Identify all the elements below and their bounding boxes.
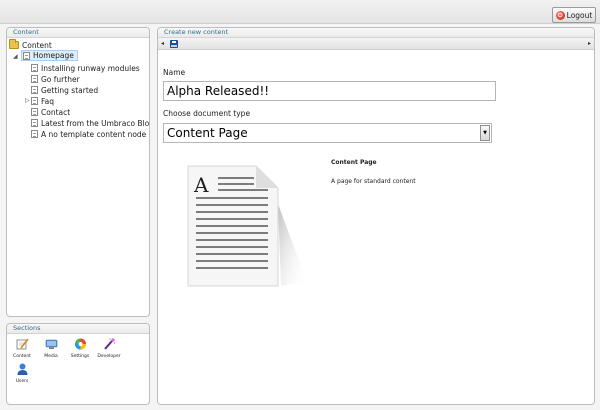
doctype-description: A page for standard content: [331, 178, 416, 185]
monitor-icon: [45, 339, 57, 349]
editor-toolbar: ◂ ▸: [158, 38, 594, 50]
tree-item-label: Getting started: [41, 85, 99, 95]
section-developer[interactable]: Developer: [97, 338, 121, 359]
document-icon: [31, 108, 38, 116]
pencil-document-icon: [16, 338, 29, 350]
tree-item-label: Installing runway modules: [41, 63, 140, 73]
tree-item-label: Faq: [41, 96, 54, 106]
save-icon[interactable]: [170, 40, 178, 48]
tree-item-homepage[interactable]: Homepage: [21, 50, 78, 61]
document-icon: [23, 51, 30, 60]
magic-wand-icon: [103, 338, 115, 350]
section-label: Media: [44, 354, 58, 359]
section-label: Developer: [97, 354, 121, 359]
tree-item-getting-started[interactable]: Getting started: [31, 85, 98, 95]
document-icon: [31, 97, 38, 105]
section-label: Users: [15, 379, 29, 384]
preview-letter: A: [193, 173, 209, 197]
doctype-select[interactable]: Content Page ▼: [163, 123, 492, 143]
tree-item-no-template-node[interactable]: A no template content node: [31, 129, 146, 139]
tree-item-label: Homepage: [33, 51, 74, 60]
collapse-arrow-icon[interactable]: ◢: [13, 53, 18, 60]
section-label: Settings: [70, 354, 90, 359]
doctype-selected-value: Content Page: [167, 126, 248, 140]
document-icon: [31, 64, 38, 72]
tree-item-label: Latest from the Umbraco Blog: [41, 118, 150, 128]
sections-panel: Sections Content Media Settings Develope…: [6, 323, 150, 405]
content-panel-title: Content: [7, 28, 149, 38]
tree-item-latest-blog[interactable]: Latest from the Umbraco Blog: [31, 118, 150, 128]
color-wheel-icon: [74, 338, 86, 350]
document-preview-icon: A: [187, 165, 307, 287]
expand-arrow-icon[interactable]: ▷: [25, 97, 30, 104]
logout-label: Logout: [566, 10, 593, 20]
dropdown-arrow-icon[interactable]: ▼: [480, 125, 490, 141]
tree-item-faq[interactable]: Faq: [31, 96, 54, 106]
toolbar-left-arrow-icon[interactable]: ◂: [161, 40, 164, 47]
top-bar: ⏻ Logout: [0, 0, 600, 24]
tree-item-label: Contact: [41, 107, 71, 117]
document-icon: [31, 86, 38, 94]
sections-panel-title: Sections: [7, 324, 149, 334]
doctype-title: Content Page: [331, 159, 377, 166]
name-label: Name: [163, 68, 186, 77]
tree-item-label: Go further: [41, 74, 80, 84]
document-icon: [31, 130, 38, 138]
tree-item-label: A no template content node: [41, 129, 147, 139]
logout-button[interactable]: ⏻ Logout: [552, 7, 596, 23]
tree-item-contact[interactable]: Contact: [31, 107, 70, 117]
tree-root-label: Content: [22, 40, 52, 50]
content-tree-panel: Content Content ◢ Homepage Installing ru…: [6, 27, 150, 317]
section-media[interactable]: Media: [39, 338, 63, 359]
section-settings[interactable]: Settings: [68, 338, 92, 359]
logout-icon: ⏻: [555, 10, 565, 20]
section-label: Content: [13, 354, 31, 359]
tree-root-content[interactable]: Content: [9, 39, 52, 50]
tree-item-installing-runway-modules[interactable]: Installing runway modules: [31, 63, 140, 73]
editor-panel-title: Create new content: [158, 28, 594, 38]
toolbar-right-arrow-icon[interactable]: ▸: [588, 40, 591, 47]
document-icon: [31, 75, 38, 83]
tree-item-go-further[interactable]: Go further: [31, 74, 80, 84]
section-users[interactable]: Users: [10, 363, 34, 384]
name-input[interactable]: [163, 81, 496, 101]
section-content[interactable]: Content: [10, 338, 34, 359]
user-icon: [17, 363, 27, 375]
document-icon: [31, 119, 38, 127]
doctype-label: Choose document type: [163, 109, 251, 118]
create-content-panel: Create new content ◂ ▸ Name Choose docum…: [157, 27, 595, 405]
folder-icon: [9, 39, 19, 49]
sections-list: Content Media Settings Developer Users: [7, 334, 149, 404]
